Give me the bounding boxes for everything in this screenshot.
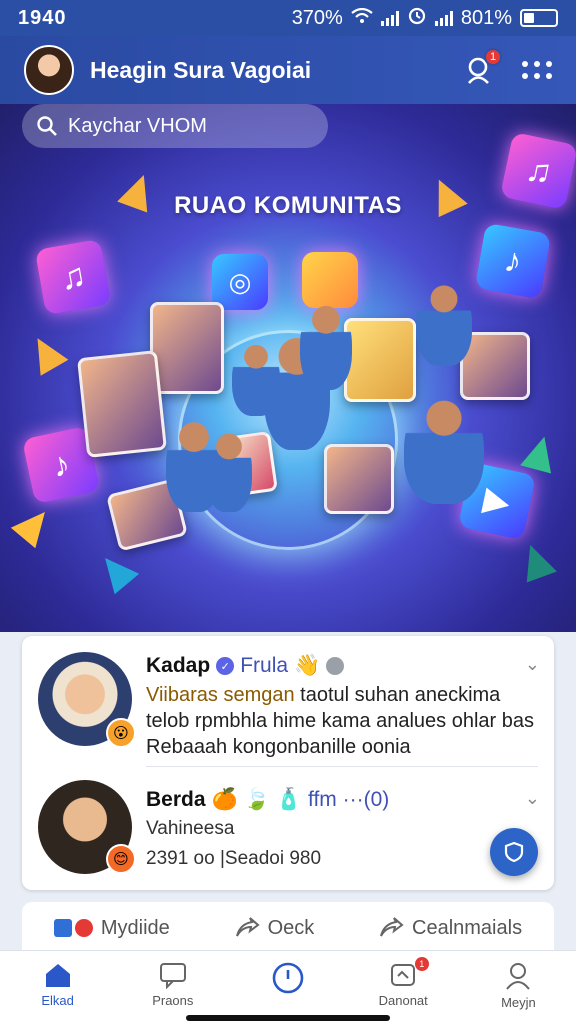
home-indicator[interactable] [186, 1015, 390, 1021]
feed-card: 😮 Kadap ✓ Frula 👋 ⌄ Viibaras semgan taot… [22, 636, 554, 890]
action-label: Cealnmaials [412, 916, 523, 939]
share-icons [53, 919, 93, 937]
hand-icon: 👋 [294, 654, 321, 677]
search-person-icon [464, 57, 496, 90]
action-label: Oeck [267, 916, 315, 939]
post-line: telob rpmbhla hime kama analues ohlar ba… [146, 710, 534, 732]
confetti-shard [515, 539, 557, 583]
search-text: Kaychar VHOM [68, 114, 207, 137]
chat-bubble-icon [326, 657, 345, 675]
reaction-icon: 😊 [106, 844, 136, 874]
grid-menu-icon[interactable] [522, 61, 552, 79]
nav-badge: 1 [414, 957, 429, 971]
confetti-shard [92, 547, 140, 595]
post-body: Viibaras semgan taotul suhan aneckima te… [146, 682, 534, 760]
action-label: Mydiide [100, 916, 170, 939]
nav-label: Elkad [41, 993, 74, 1008]
action-bar: Mydiide Oeck Cealnmaials [22, 902, 554, 954]
confetti-shard [10, 501, 58, 549]
community-photo [150, 302, 224, 394]
post-tag[interactable]: Frula [240, 654, 288, 678]
action-mydiide[interactable]: Mydiide [53, 916, 170, 940]
share-arrow-icon [380, 917, 404, 937]
post-item[interactable]: 😮 Kadap ✓ Frula 👋 ⌄ Viibaras semgan taot… [22, 636, 554, 766]
music-note-icon: ♪ [474, 222, 552, 300]
nav-item-profile[interactable]: Meyjn [461, 951, 576, 1024]
person-figure [404, 394, 484, 504]
post-author[interactable]: Berda [146, 788, 206, 812]
notification-icon [391, 964, 416, 986]
post-author[interactable]: Kadap [146, 654, 210, 678]
community-photo [76, 350, 168, 458]
person-figure [416, 280, 472, 366]
alarm-icon [407, 5, 427, 31]
chevron-down-icon[interactable]: ⌄ [525, 788, 540, 809]
person-figure [300, 300, 352, 390]
nav-label: Meyjn [501, 995, 536, 1010]
post-line: Rebaaah kongonbanille oonia [146, 736, 411, 758]
battery-percent: 801% [460, 6, 512, 29]
app-header: Heagin Sura Vagoiai 1 [0, 36, 576, 104]
action-cealnmaials[interactable]: Cealnmaials [378, 916, 522, 940]
post-item[interactable]: 😊 Berda 🍊 🍃 🧴 ffm ···(0) ⌄ Vahineesa 239… [22, 766, 554, 890]
action-oeck[interactable]: Oeck [234, 916, 315, 940]
send-icon [235, 917, 260, 937]
chat-icon [159, 963, 186, 989]
chevron-down-icon[interactable]: ⌄ [525, 654, 540, 675]
nav-item-clock[interactable] [230, 951, 345, 1024]
nav-item-chat[interactable]: Praons [115, 951, 230, 1024]
confetti-shard [23, 330, 69, 376]
nav-item-notifications[interactable]: 1 Danonat [346, 951, 461, 1024]
home-icon [45, 964, 70, 987]
music-note-icon: ♫ [34, 238, 112, 316]
person-figure [206, 428, 252, 512]
shield-icon [504, 841, 524, 863]
volume-level: 370% [291, 6, 343, 29]
profile-icon [506, 963, 531, 990]
community-banner[interactable]: Kaychar VHOM RUAO KOMUNITAS ♫ ♫ ♪ ♪ ▶ ◎ [0, 104, 576, 632]
wifi-icon [351, 7, 373, 30]
avatar[interactable] [24, 45, 74, 95]
search-input[interactable]: Kaychar VHOM [22, 104, 328, 148]
nav-label: Danonat [378, 993, 428, 1008]
music-note-icon: ♫ [499, 131, 576, 211]
search-icon [37, 116, 57, 136]
community-photo [324, 444, 394, 514]
page-title: Heagin Sura Vagoiai [90, 56, 312, 83]
battery-icon [520, 9, 558, 27]
clock-icon [272, 962, 304, 994]
leaf-icon: 🍃 [243, 788, 270, 811]
reaction-icon: 😮 [106, 718, 136, 748]
post-meta: 2391 oo |Seadoi 980 [146, 848, 322, 869]
bottom-nav: Elkad Praons 1 Danonat Meyjn [0, 950, 576, 1024]
globe-icon: ◎ [212, 254, 268, 310]
bag-icon: 🧴 [275, 788, 302, 811]
notification-badge: 1 [484, 48, 502, 66]
verified-icon: ✓ [216, 657, 235, 675]
status-time: 1940 [18, 6, 67, 29]
fruit-icon: 🍊 [211, 788, 238, 811]
confetti-shard [520, 432, 560, 474]
post-highlight: Viibaras semgan [146, 684, 295, 706]
post-subtitle: Vahineesa [146, 818, 235, 839]
nav-label: Praons [152, 993, 194, 1008]
status-bar: 1940 370% 801% [0, 0, 576, 36]
person-figure [232, 340, 280, 416]
signal-icon-2 [434, 10, 453, 26]
community-photo [344, 318, 416, 402]
signal-icon [380, 10, 399, 26]
post-tag[interactable]: ffm ···(0) [308, 788, 389, 812]
banner-title: RUAO KOMUNITAS [174, 192, 402, 219]
notifications-button[interactable]: 1 [464, 48, 502, 86]
nav-item-home[interactable]: Elkad [0, 951, 115, 1024]
shield-button[interactable] [490, 828, 538, 876]
post-line: taotul suhan aneckima [300, 684, 501, 706]
